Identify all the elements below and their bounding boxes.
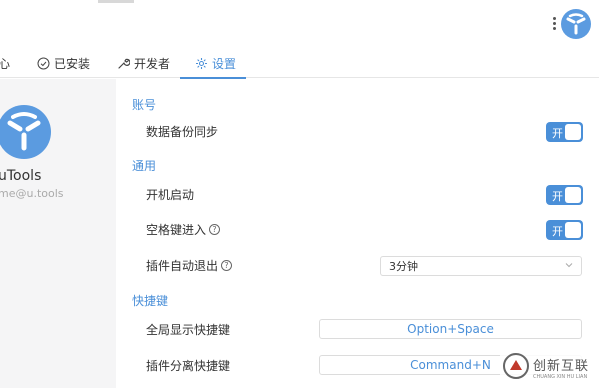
tab-label: 心 <box>0 56 11 71</box>
tab-bar: 心 已安装 开发者 设置 <box>0 48 599 79</box>
wrench-icon <box>116 56 130 70</box>
toggle-knob <box>565 222 581 238</box>
tab-label: 设置 <box>212 56 237 71</box>
tab-partial[interactable]: 心 <box>0 48 10 78</box>
backup-sync-toggle[interactable]: 开 <box>546 122 583 142</box>
help-icon[interactable]: ? <box>209 224 221 235</box>
top-bar <box>0 0 599 48</box>
auto-start-label: 开机启动 <box>146 188 195 202</box>
tab-label: 开发者 <box>134 56 171 71</box>
section-shortcuts-title: 快捷键 <box>132 294 169 308</box>
global-shortcut-label: 全局显示快捷键 <box>146 323 231 337</box>
plugin-auto-exit-row: 插件自动退出 ? <box>146 257 233 274</box>
backup-sync-label: 数据备份同步 <box>146 125 219 139</box>
toggle-label: 开 <box>552 127 563 140</box>
section-general-title: 通用 <box>132 159 157 173</box>
select-value: 3分钟 <box>389 260 418 273</box>
more-menu-icon[interactable] <box>549 15 559 35</box>
space-enter-toggle[interactable]: 开 <box>546 220 583 240</box>
toggle-label: 开 <box>552 190 563 203</box>
settings-panel: 账号 数据备份同步 开 通用 开机启动 开 空格键进入 ? 开 插件自动退出 ?… <box>116 79 599 388</box>
watermark-text: 创新互联 <box>533 359 590 374</box>
space-enter-row: 空格键进入 ? <box>146 221 221 238</box>
toggle-label: 开 <box>552 225 563 238</box>
global-shortcut-input[interactable]: Option+Space <box>319 319 582 339</box>
tab-installed[interactable]: 已安装 <box>36 48 90 78</box>
space-enter-label: 空格键进入 <box>146 223 207 237</box>
plugin-auto-exit-select[interactable]: 3分钟 <box>380 256 582 276</box>
help-icon[interactable]: ? <box>221 260 233 271</box>
toggle-knob <box>565 124 581 140</box>
watermark-logo-icon <box>503 353 529 379</box>
top-strip <box>98 0 134 3</box>
check-circle-icon <box>36 56 50 70</box>
chevron-down-icon <box>565 263 573 268</box>
plugin-detach-shortcut-label: 插件分离快捷键 <box>146 359 231 373</box>
profile-name: uTools <box>0 168 42 184</box>
tab-settings[interactable]: 设置 <box>179 48 247 79</box>
avatar[interactable] <box>0 105 51 159</box>
auto-start-toggle[interactable]: 开 <box>546 185 583 205</box>
profile-sidebar <box>0 79 116 388</box>
gear-icon <box>194 56 208 70</box>
tab-developer[interactable]: 开发者 <box>116 48 170 78</box>
section-account-title: 账号 <box>132 98 157 112</box>
watermark-subtext: CHUANG XIN HU LIAN <box>533 374 588 380</box>
profile-email: me@u.tools <box>0 187 64 200</box>
toggle-knob <box>565 187 581 203</box>
watermark: 创新互联 CHUANG XIN HU LIAN <box>500 350 599 388</box>
tab-label: 已安装 <box>54 56 91 71</box>
plugin-auto-exit-label: 插件自动退出 <box>146 259 219 273</box>
utools-logo-icon[interactable] <box>561 9 591 39</box>
